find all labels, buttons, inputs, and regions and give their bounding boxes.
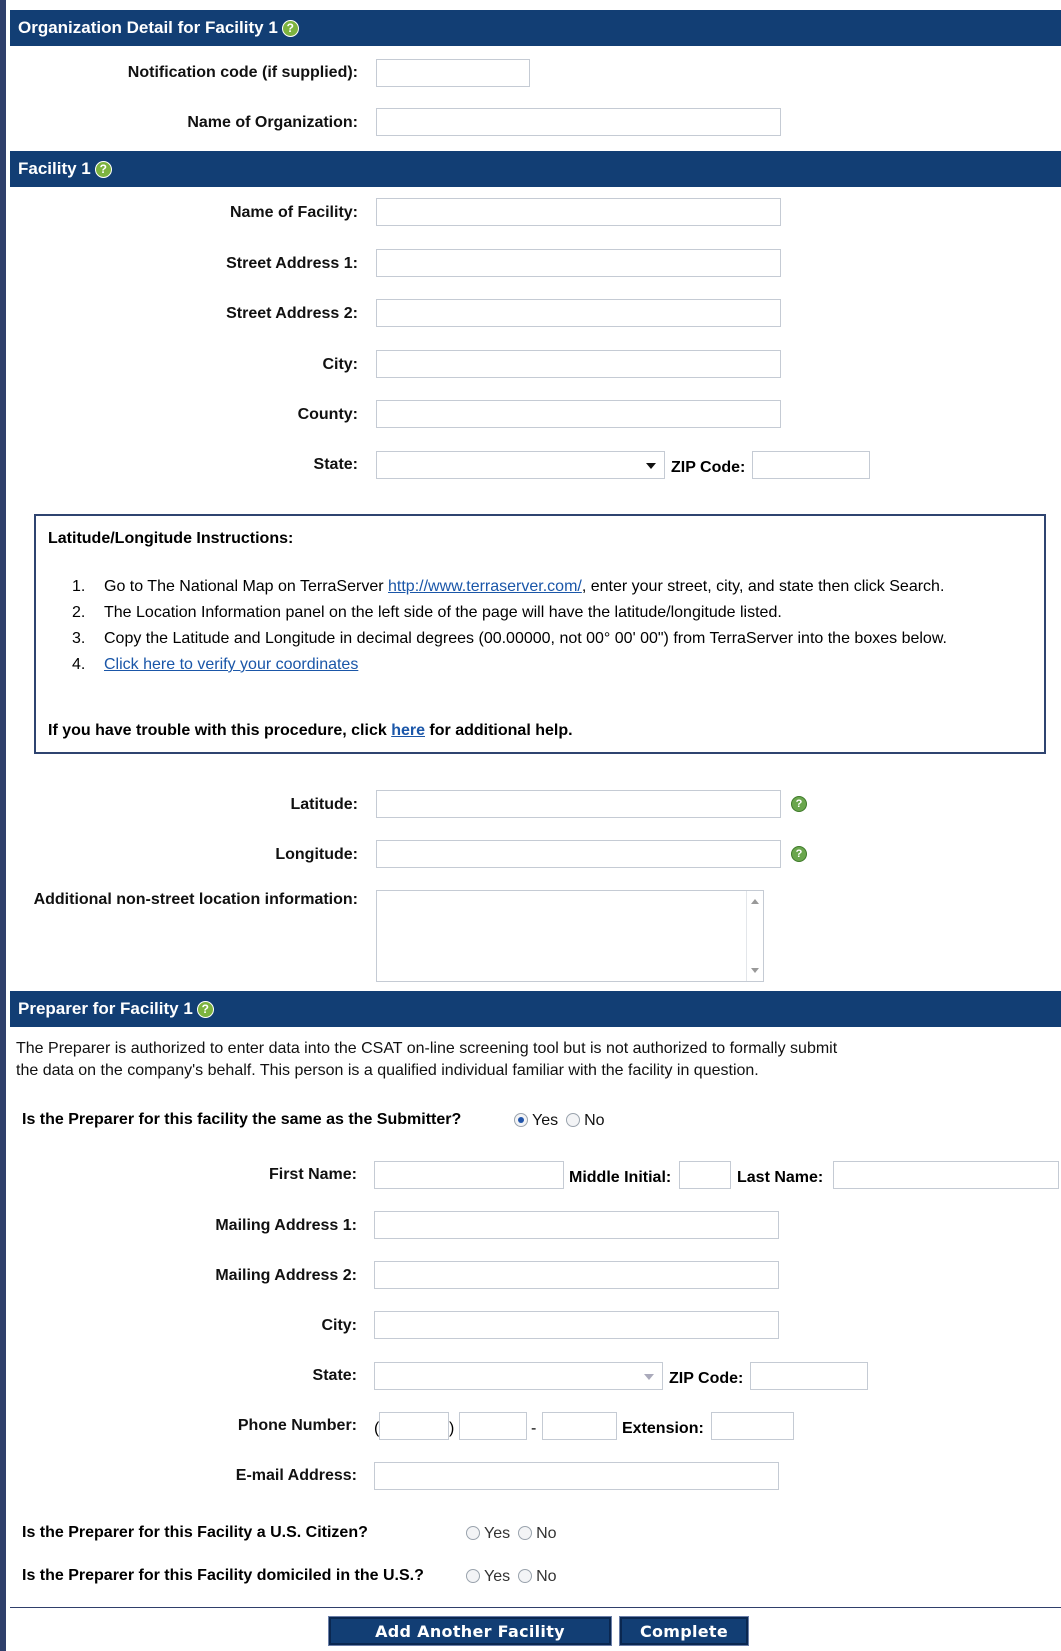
additional-help-link[interactable]: here	[391, 722, 425, 739]
same-yes-radio[interactable]	[514, 1113, 528, 1127]
domiciled-radio-group: Yes No	[466, 1568, 565, 1586]
email-input[interactable]	[374, 1462, 779, 1490]
instruction-step: 4. Click here to verify your coordinates	[72, 656, 359, 673]
mailing2-input[interactable]	[374, 1261, 779, 1289]
terraserver-link[interactable]: http://www.terraserver.com/	[388, 578, 582, 595]
help-icon[interactable]: ?	[791, 846, 807, 862]
county-label: County:	[297, 406, 358, 423]
preparer-section-title: Preparer for Facility 1	[18, 999, 193, 1018]
citizen-question: Is the Preparer for this Facility a U.S.…	[22, 1524, 368, 1541]
complete-button[interactable]: Complete	[619, 1616, 749, 1646]
domiciled-yes-radio[interactable]	[466, 1569, 480, 1583]
org-name-label: Name of Organization:	[187, 114, 358, 131]
first-name-label: First Name:	[268, 1166, 357, 1183]
org-section-title: Organization Detail for Facility 1	[18, 18, 278, 37]
org-name-input[interactable]	[376, 108, 781, 136]
mailing1-input[interactable]	[374, 1211, 779, 1239]
latitude-label: Latitude:	[290, 796, 358, 813]
preparer-city-input[interactable]	[374, 1311, 779, 1339]
same-as-submitter-question: Is the Preparer for this facility the sa…	[22, 1111, 462, 1128]
zip-input[interactable]	[752, 451, 870, 479]
email-label: E-mail Address:	[235, 1467, 357, 1484]
instruction-step: 3. Copy the Latitude and Longitude in de…	[72, 630, 947, 647]
mailing2-label: Mailing Address 2:	[215, 1267, 357, 1284]
facility-name-label: Name of Facility:	[229, 204, 358, 221]
help-icon[interactable]: ?	[791, 796, 807, 812]
state-label: State:	[313, 456, 358, 473]
scroll-up-icon[interactable]	[751, 899, 759, 904]
middle-initial-label: Middle Initial:	[569, 1169, 672, 1186]
street1-input[interactable]	[376, 249, 781, 277]
phone-line-input[interactable]	[542, 1412, 617, 1440]
phone-prefix-input[interactable]	[459, 1412, 527, 1440]
instruction-step: 1. Go to The National Map on TerraServer…	[72, 578, 945, 595]
city-label: City:	[322, 356, 358, 373]
notification-code-label: Notification code (if supplied):	[127, 64, 358, 81]
verify-coordinates-link[interactable]: Click here to verify your coordinates	[104, 656, 358, 673]
phone-dash: -	[531, 1420, 537, 1437]
textarea-scrollbar[interactable]	[746, 891, 763, 981]
state-select[interactable]	[376, 451, 665, 479]
chevron-down-icon	[646, 463, 656, 469]
instruction-step: 2. The Location Information panel on the…	[72, 604, 782, 621]
county-input[interactable]	[376, 400, 781, 428]
citizen-radio-group: Yes No	[466, 1525, 565, 1543]
instructions-help-text: If you have trouble with this procedure,…	[48, 722, 573, 739]
scroll-down-icon[interactable]	[751, 968, 759, 973]
same-no-radio[interactable]	[566, 1113, 581, 1127]
org-section-header: Organization Detail for Facility 1 ?	[10, 10, 1061, 46]
help-icon[interactable]: ?	[196, 1000, 214, 1018]
same-as-submitter-radio-group: Yes No	[514, 1112, 613, 1130]
preparer-section-header: Preparer for Facility 1 ?	[10, 991, 1061, 1027]
street2-input[interactable]	[376, 299, 781, 327]
extension-label: Extension:	[622, 1420, 704, 1437]
zip-label: ZIP Code:	[671, 459, 746, 476]
extension-input[interactable]	[711, 1412, 794, 1440]
latitude-input[interactable]	[376, 790, 781, 818]
facility-name-input[interactable]	[376, 198, 781, 226]
mailing1-label: Mailing Address 1:	[215, 1217, 357, 1234]
preparer-state-label: State:	[312, 1367, 357, 1384]
domiciled-no-radio[interactable]	[518, 1569, 533, 1583]
help-icon[interactable]: ?	[94, 160, 112, 178]
preparer-city-label: City:	[321, 1317, 357, 1334]
middle-initial-input[interactable]	[679, 1161, 731, 1189]
last-name-input[interactable]	[833, 1161, 1059, 1189]
domiciled-question: Is the Preparer for this Facility domici…	[22, 1567, 424, 1584]
first-name-input[interactable]	[374, 1161, 564, 1189]
add-another-facility-button[interactable]: Add Another Facility	[328, 1616, 612, 1646]
street1-label: Street Address 1:	[226, 255, 358, 272]
section-divider	[10, 1607, 1061, 1608]
phone-close-paren: )	[449, 1420, 455, 1437]
additional-location-textarea[interactable]	[376, 890, 764, 982]
phone-label: Phone Number:	[237, 1417, 357, 1434]
longitude-label: Longitude:	[275, 846, 358, 863]
preparer-description: The Preparer is authorized to enter data…	[16, 1040, 838, 1079]
preparer-state-select[interactable]	[374, 1362, 663, 1390]
city-input[interactable]	[376, 350, 781, 378]
page-frame-left	[0, 0, 6, 1651]
instructions-title: Latitude/Longitude Instructions:	[48, 530, 294, 547]
latlong-instructions-box: Latitude/Longitude Instructions: 1. Go t…	[34, 514, 1046, 754]
facility-section-title: Facility 1	[18, 159, 91, 178]
preparer-zip-input[interactable]	[750, 1362, 868, 1390]
citizen-no-radio[interactable]	[518, 1526, 533, 1540]
notification-code-input[interactable]	[376, 59, 530, 87]
street2-label: Street Address 2:	[226, 305, 358, 322]
chevron-down-icon	[644, 1374, 654, 1380]
additional-location-label: Additional non-street location informati…	[33, 891, 358, 908]
help-icon[interactable]: ?	[281, 19, 299, 37]
citizen-yes-radio[interactable]	[466, 1526, 480, 1540]
phone-area-code-input[interactable]	[379, 1412, 449, 1440]
preparer-zip-label: ZIP Code:	[669, 1370, 744, 1387]
facility-section-header: Facility 1 ?	[10, 151, 1061, 187]
last-name-label: Last Name:	[737, 1169, 824, 1186]
instructions-list: 1. Go to The National Map on TerraServer…	[72, 574, 947, 678]
longitude-input[interactable]	[376, 840, 781, 868]
